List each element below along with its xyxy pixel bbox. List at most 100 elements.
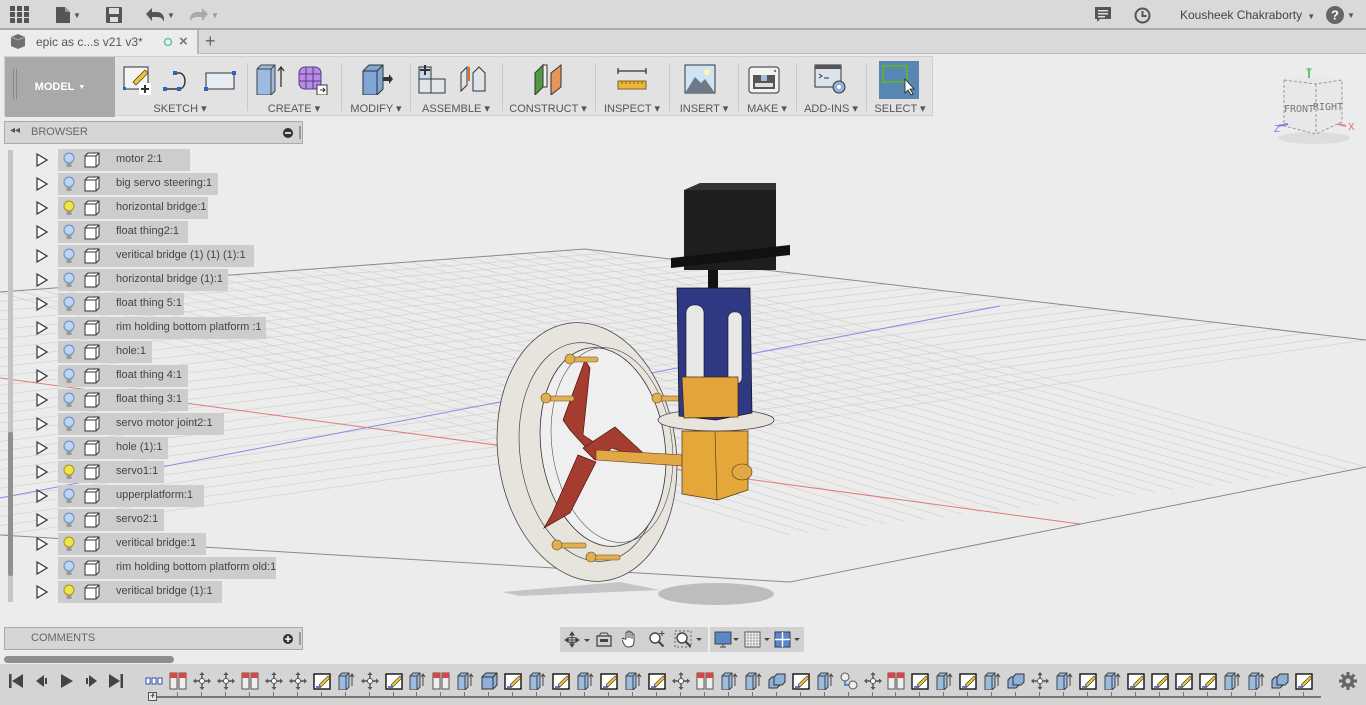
step-back-icon[interactable] (34, 673, 50, 689)
visibility-bulb-icon[interactable] (62, 176, 76, 192)
3d-model[interactable] (481, 183, 790, 605)
look-at-icon[interactable] (596, 631, 612, 647)
timeline-feature-joint[interactable] (432, 672, 450, 690)
timeline-feature-move[interactable] (1031, 672, 1049, 690)
help-button[interactable]: ? ▼ (1326, 5, 1355, 25)
expand-triangle-icon[interactable] (36, 177, 48, 191)
make-menu[interactable]: MAKE ▾ (741, 102, 793, 115)
expand-triangle-icon[interactable] (36, 393, 48, 407)
timeline-feature-sketch[interactable] (792, 672, 810, 690)
minimize-panel-icon[interactable] (283, 128, 293, 138)
workspace-switcher[interactable]: MODEL ▼ (5, 57, 115, 117)
expand-triangle-icon[interactable] (36, 249, 48, 263)
sketch-menu[interactable]: SKETCH ▾ (117, 102, 243, 115)
visibility-bulb-icon[interactable] (62, 344, 76, 360)
rectangle-tool-icon[interactable] (203, 63, 237, 95)
timeline-feature-move[interactable] (361, 672, 379, 690)
3d-print-icon[interactable] (747, 63, 781, 95)
timeline-feature-box[interactable] (480, 672, 498, 690)
apps-grid-button[interactable] (10, 5, 30, 25)
visibility-bulb-icon[interactable] (62, 224, 76, 240)
timeline-feature-sketch[interactable] (959, 672, 977, 690)
timeline-feature-sketch[interactable] (1079, 672, 1097, 690)
timeline-feature-extrude[interactable] (456, 672, 474, 691)
create-sketch-icon[interactable] (121, 63, 155, 95)
expand-triangle-icon[interactable] (36, 201, 48, 215)
close-tab-button[interactable]: × (179, 33, 188, 50)
timeline-settings-gear-icon[interactable] (1339, 672, 1357, 690)
timeline-feature-combine[interactable] (1007, 672, 1025, 690)
toolbar-grip[interactable] (13, 69, 17, 99)
visibility-bulb-icon[interactable] (62, 560, 76, 576)
timeline-feature-sketch[interactable] (1175, 672, 1193, 690)
expand-triangle-icon[interactable] (36, 345, 48, 359)
step-forward-icon[interactable] (83, 673, 99, 689)
timeline-feature-sketch[interactable] (552, 672, 570, 690)
insert-menu[interactable]: INSERT ▾ (673, 102, 735, 115)
timeline-feature-move[interactable] (265, 672, 283, 690)
user-account-menu[interactable]: Kousheek Chakraborty ▼ (1180, 8, 1315, 22)
timeline-feature-move[interactable] (672, 672, 690, 690)
visibility-bulb-icon[interactable] (62, 464, 76, 480)
timeline-feature-extrude[interactable] (720, 672, 738, 691)
display-settings-icon[interactable] (714, 631, 740, 648)
create-menu[interactable]: CREATE ▾ (251, 102, 337, 115)
expand-triangle-icon[interactable] (36, 321, 48, 335)
go-to-start-icon[interactable] (8, 673, 24, 689)
pan-hand-icon[interactable] (622, 630, 638, 648)
timeline-feature-sketch[interactable] (504, 672, 522, 690)
visibility-bulb-icon[interactable] (62, 488, 76, 504)
expand-triangle-icon[interactable] (36, 585, 48, 599)
browser-scrollbar-thumb[interactable] (8, 432, 13, 576)
assemble-menu[interactable]: ASSEMBLE ▾ (413, 102, 499, 115)
visibility-bulb-icon[interactable] (62, 272, 76, 288)
visibility-bulb-icon[interactable] (62, 536, 76, 552)
panel-resize-handle[interactable] (299, 632, 301, 645)
timeline-feature-combine[interactable] (1271, 672, 1289, 690)
visibility-bulb-icon[interactable] (62, 200, 76, 216)
timeline-feature-joint[interactable] (169, 672, 187, 690)
visibility-bulb-icon[interactable] (62, 368, 76, 384)
fit-zoom-window-icon[interactable] (674, 630, 704, 648)
view-cube[interactable]: FRONT RIGHT Y Z X (1266, 66, 1362, 150)
timeline-feature-as-built-joint[interactable] (840, 672, 858, 690)
timeline-feature-sketch[interactable] (1127, 672, 1145, 690)
add-comment-icon[interactable] (283, 634, 293, 644)
zoom-icon[interactable] (648, 630, 666, 648)
modify-menu[interactable]: MODIFY ▾ (345, 102, 407, 115)
timeline-feature-extrude[interactable] (983, 672, 1001, 691)
extrude-icon[interactable] (253, 63, 287, 95)
visibility-bulb-icon[interactable] (62, 584, 76, 600)
timeline-feature-sketch[interactable] (385, 672, 403, 690)
visibility-bulb-icon[interactable] (62, 440, 76, 456)
expand-triangle-icon[interactable] (36, 513, 48, 527)
construct-menu[interactable]: CONSTRUCT ▾ (505, 102, 591, 115)
add-ins-menu[interactable]: ADD-INS ▾ (799, 102, 863, 115)
window-select-button[interactable] (879, 61, 919, 99)
expand-triangle-icon[interactable] (36, 537, 48, 551)
timeline-feature-sketch[interactable] (600, 672, 618, 690)
timeline-feature-extrude[interactable] (1223, 672, 1241, 691)
timeline-feature-extrude[interactable] (408, 672, 426, 691)
timeline-feature-extrude[interactable] (744, 672, 762, 691)
expand-triangle-icon[interactable] (36, 225, 48, 239)
visibility-bulb-icon[interactable] (62, 152, 76, 168)
expand-triangle-icon[interactable] (36, 417, 48, 431)
visibility-bulb-icon[interactable] (62, 248, 76, 264)
new-tab-button[interactable]: + (205, 31, 216, 52)
timeline-feature-joint[interactable] (887, 672, 905, 690)
job-status-button[interactable] (1134, 5, 1151, 25)
press-pull-icon[interactable] (359, 63, 393, 95)
play-icon[interactable] (59, 673, 75, 689)
timeline-feature-extrude[interactable] (1247, 672, 1265, 691)
timeline-feature-extrude[interactable] (1103, 672, 1121, 691)
horizontal-scrollbar[interactable] (4, 656, 174, 663)
timeline-feature-sketch[interactable] (313, 672, 331, 690)
timeline-feature-combine[interactable] (768, 672, 786, 690)
expand-triangle-icon[interactable] (36, 273, 48, 287)
expand-triangle-icon[interactable] (36, 153, 48, 167)
grid-snaps-icon[interactable] (744, 631, 772, 648)
timeline-feature-sketch[interactable] (1199, 672, 1217, 690)
expand-triangle-icon[interactable] (36, 297, 48, 311)
viewports-icon[interactable] (774, 631, 802, 648)
